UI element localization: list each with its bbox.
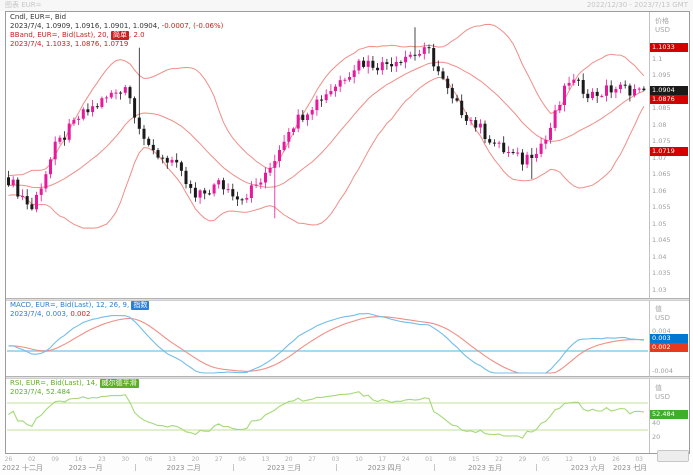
price-tick: 1.1 xyxy=(652,54,663,63)
day-tick-label: 05 xyxy=(541,456,550,463)
month-label: 2023 五月 xyxy=(467,464,503,472)
day-tick-label: 23 xyxy=(98,456,106,463)
legend-rsi-values: 2023/7/4, 52.484 xyxy=(10,388,71,396)
price-tick: 1.035 xyxy=(652,269,671,278)
day-tick-label: 19 xyxy=(588,456,597,463)
day-tick-label: 08 xyxy=(448,456,457,463)
price-badge-band: 1.1033 xyxy=(650,43,688,53)
macd-series-label: MACD, EUR=, Bid(Last), 12, 26, 9, xyxy=(10,301,132,309)
macd-axis-title: 值 USD xyxy=(655,305,670,323)
day-tick-label: 26 xyxy=(612,456,620,463)
price-tick: 1.05 xyxy=(652,219,667,228)
axis-corner-control[interactable] xyxy=(657,450,689,462)
macd-signal-value: 0.002 xyxy=(68,310,91,318)
chart-plot-area[interactable] xyxy=(0,0,693,475)
macd-ma-type-chip: 指数 xyxy=(131,301,150,310)
price-axis-title: 价格 USD xyxy=(655,17,670,35)
day-tick-label: 13 xyxy=(168,456,176,463)
day-tick-label: 09 xyxy=(51,456,60,463)
legend-candle-values: 2023/7/4, 1.0909, 1.0916, 1.0901, 1.0904… xyxy=(10,22,223,31)
rsi-axis-label: 值 xyxy=(655,384,662,392)
day-tick-label: 06 xyxy=(238,456,246,463)
price-tick: 1.085 xyxy=(652,104,671,113)
day-tick-label: 03 xyxy=(331,456,340,463)
price-tick: 1.04 xyxy=(652,252,667,261)
day-tick-label: 27 xyxy=(308,456,317,463)
legend-bband-values: 2023/7/4, 1.1033, 1.0876, 1.0719 xyxy=(10,40,129,48)
day-tick-label: 06 xyxy=(144,456,153,463)
day-tick-label: 29 xyxy=(518,456,527,463)
month-label: 2023 四月 xyxy=(367,464,402,472)
price-badge-last: 1.0904 xyxy=(650,85,688,95)
rsi-axis-unit: USD xyxy=(655,393,670,401)
month-label: 2023 六月 xyxy=(570,464,605,472)
legend-rsi-series[interactable]: RSI, EUR=, Bid(Last), 14, 威尔德平滑 xyxy=(10,379,139,388)
day-tick-label: 20 xyxy=(284,456,293,463)
price-tick: 1.075 xyxy=(652,137,671,146)
macd-axis-label: 值 xyxy=(655,305,662,313)
rsi-tick: 40 xyxy=(652,419,661,428)
legend-macd-series[interactable]: MACD, EUR=, Bid(Last), 12, 26, 9, 指数 xyxy=(10,301,150,310)
price-tick: 1.08 xyxy=(652,120,667,129)
day-tick-label: 20 xyxy=(191,456,200,463)
month-separator xyxy=(639,464,641,471)
rsi-line xyxy=(7,391,648,439)
month-label: 2023 一月 xyxy=(68,464,103,472)
rsi-smoothing-chip: 威尔德平滑 xyxy=(99,379,139,388)
day-tick-label: 01 xyxy=(425,456,433,463)
month-separator xyxy=(335,464,337,471)
day-tick-label: 17 xyxy=(378,456,387,463)
rsi-badge: 52.484 xyxy=(650,410,688,420)
price-badge-band: 1.0876 xyxy=(650,94,688,104)
candlesticks xyxy=(7,27,646,219)
macd-axis-unit: USD xyxy=(655,314,670,322)
bollinger-bands xyxy=(8,23,645,229)
price-tick: 1.03 xyxy=(652,285,667,294)
bband-series-suffix: , 2.0 xyxy=(129,31,145,39)
macd-tick: -0.004 xyxy=(652,367,673,375)
day-tick-label: 13 xyxy=(261,456,270,463)
price-axis-label: 价格 xyxy=(655,17,669,25)
day-tick-label: 27 xyxy=(214,456,223,463)
price-badge-band: 1.0719 xyxy=(650,146,688,156)
day-tick-label: 10 xyxy=(355,456,363,463)
price-axis-unit: USD xyxy=(655,26,670,34)
bband-ma-type-chip: 简单 xyxy=(111,31,129,40)
price-tick: 1.055 xyxy=(652,203,671,212)
legend-macd-values: 2023/7/4, 0.003, 0.002 xyxy=(10,310,149,319)
day-tick-label: 24 xyxy=(401,456,410,463)
rsi-tick: 20 xyxy=(652,432,661,441)
day-tick-label: 16 xyxy=(74,456,83,463)
day-tick-label: 15 xyxy=(471,456,480,463)
legend-candle-series[interactable]: Cndl, EUR=, Bid xyxy=(10,13,223,22)
day-tick-label: 02 xyxy=(28,456,36,463)
month-separator xyxy=(232,464,234,471)
day-tick-label: 22 xyxy=(495,456,503,463)
month-label: 2023 七月 xyxy=(612,464,648,472)
price-tick: 1.065 xyxy=(652,170,671,179)
day-tick-label: 03 xyxy=(635,456,644,463)
price-tick: 1.095 xyxy=(652,71,671,80)
rsi-axis-title: 值 USD xyxy=(655,384,670,402)
price-tick: 1.06 xyxy=(652,186,667,195)
price-tick: 1.045 xyxy=(652,236,671,245)
legend-bband-series[interactable]: BBand, EUR=, Bid(Last), 20, 简单, 2.0 xyxy=(10,31,223,40)
candle-change-value: -0.0007, (-0.06%) xyxy=(159,22,224,30)
month-separator xyxy=(134,464,136,471)
macd-badge: 0.003 xyxy=(650,334,688,343)
day-tick-label: 12 xyxy=(565,456,573,463)
macd-signal-badge: 0.002 xyxy=(650,343,688,352)
month-separator xyxy=(536,464,538,471)
candle-ohlc-values: 2023/7/4, 1.0909, 1.0916, 1.0901, 1.0904… xyxy=(10,22,160,30)
bband-series-label: BBand, EUR=, Bid(Last), 20, xyxy=(10,31,111,39)
month-label: 2023 三月 xyxy=(267,464,302,472)
month-label: 2023 二月 xyxy=(166,464,201,472)
month-separator xyxy=(36,464,38,471)
macd-lines xyxy=(7,312,648,374)
day-tick-label: 26 xyxy=(4,456,13,463)
rsi-series-label: RSI, EUR=, Bid(Last), 14, xyxy=(10,379,100,387)
month-separator xyxy=(433,464,435,471)
macd-value: 2023/7/4, 0.003, xyxy=(10,310,69,318)
day-tick-label: 30 xyxy=(121,456,130,463)
